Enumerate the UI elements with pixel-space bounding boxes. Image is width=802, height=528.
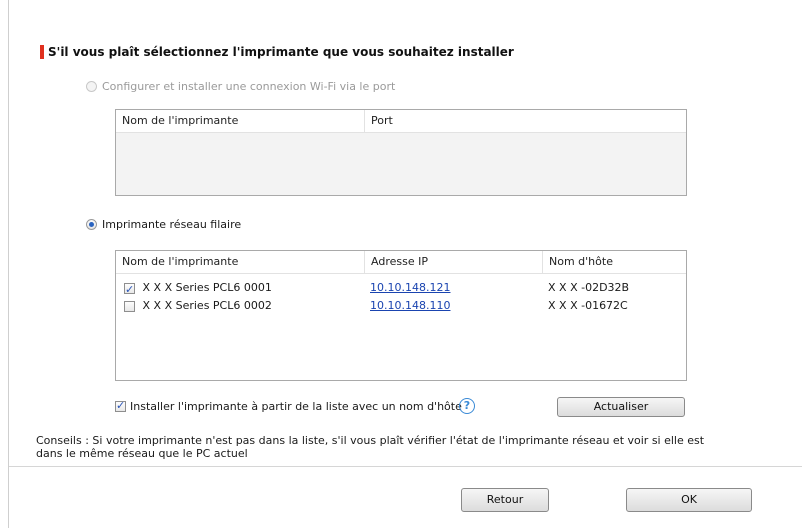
column-header-hostname[interactable]: Nom d'hôte: [542, 251, 686, 273]
printer-name-cell: X X X Series PCL6 0001: [142, 281, 272, 294]
hostname-cell: X X X -01672C: [548, 299, 628, 312]
ip-address-link[interactable]: 10.10.148.121: [370, 279, 450, 296]
row-checkbox[interactable]: [124, 281, 135, 298]
tips-text: Conseils : Si votre imprimante n'est pas…: [36, 434, 705, 460]
wifi-option-label: Configurer et installer une connexion Wi…: [102, 80, 396, 93]
back-button[interactable]: Retour: [461, 488, 549, 512]
install-by-hostname-label: Installer l'imprimante à partir de la li…: [130, 400, 462, 413]
page-title: S'il vous plaît sélectionnez l'imprimant…: [48, 45, 514, 59]
install-by-hostname-checkbox[interactable]: [115, 399, 126, 412]
refresh-button[interactable]: Actualiser: [557, 397, 685, 417]
column-header-printer-name[interactable]: Nom de l'imprimante: [116, 110, 364, 132]
table-row[interactable]: X X X Series PCL6 0002 10.10.148.110 X X…: [116, 297, 686, 314]
wifi-option-row[interactable]: Configurer et installer une connexion Wi…: [86, 80, 395, 93]
window-left-border: [8, 0, 9, 528]
page-header: S'il vous plaît sélectionnez l'imprimant…: [40, 44, 514, 60]
column-header-ip-address[interactable]: Adresse IP: [364, 251, 542, 273]
column-header-port[interactable]: Port: [364, 110, 686, 132]
wired-printer-list[interactable]: Nom de l'imprimante Adresse IP Nom d'hôt…: [115, 250, 687, 381]
printer-name-cell: X X X Series PCL6 0002: [142, 299, 272, 312]
wired-option-row[interactable]: Imprimante réseau filaire: [86, 218, 241, 231]
hostname-cell: X X X -02D32B: [548, 281, 630, 294]
row-checkbox[interactable]: [124, 300, 135, 312]
wired-option-label: Imprimante réseau filaire: [102, 218, 242, 231]
wifi-list-header: Nom de l'imprimante Port: [116, 110, 686, 133]
wifi-printer-list[interactable]: Nom de l'imprimante Port: [115, 109, 687, 196]
table-row[interactable]: X X X Series PCL6 0001 10.10.148.121 X X…: [116, 279, 686, 298]
header-accent-marker: [40, 45, 44, 59]
help-icon[interactable]: ?: [459, 398, 475, 414]
wifi-option-radio[interactable]: [86, 81, 97, 92]
ip-address-link[interactable]: 10.10.148.110: [370, 297, 450, 314]
footer-separator: [9, 466, 802, 467]
wired-list-header: Nom de l'imprimante Adresse IP Nom d'hôt…: [116, 251, 686, 274]
ok-button[interactable]: OK: [626, 488, 752, 512]
column-header-printer-name[interactable]: Nom de l'imprimante: [116, 251, 364, 273]
install-by-hostname-row[interactable]: Installer l'imprimante à partir de la li…: [115, 399, 462, 413]
wired-option-radio[interactable]: [86, 219, 97, 230]
